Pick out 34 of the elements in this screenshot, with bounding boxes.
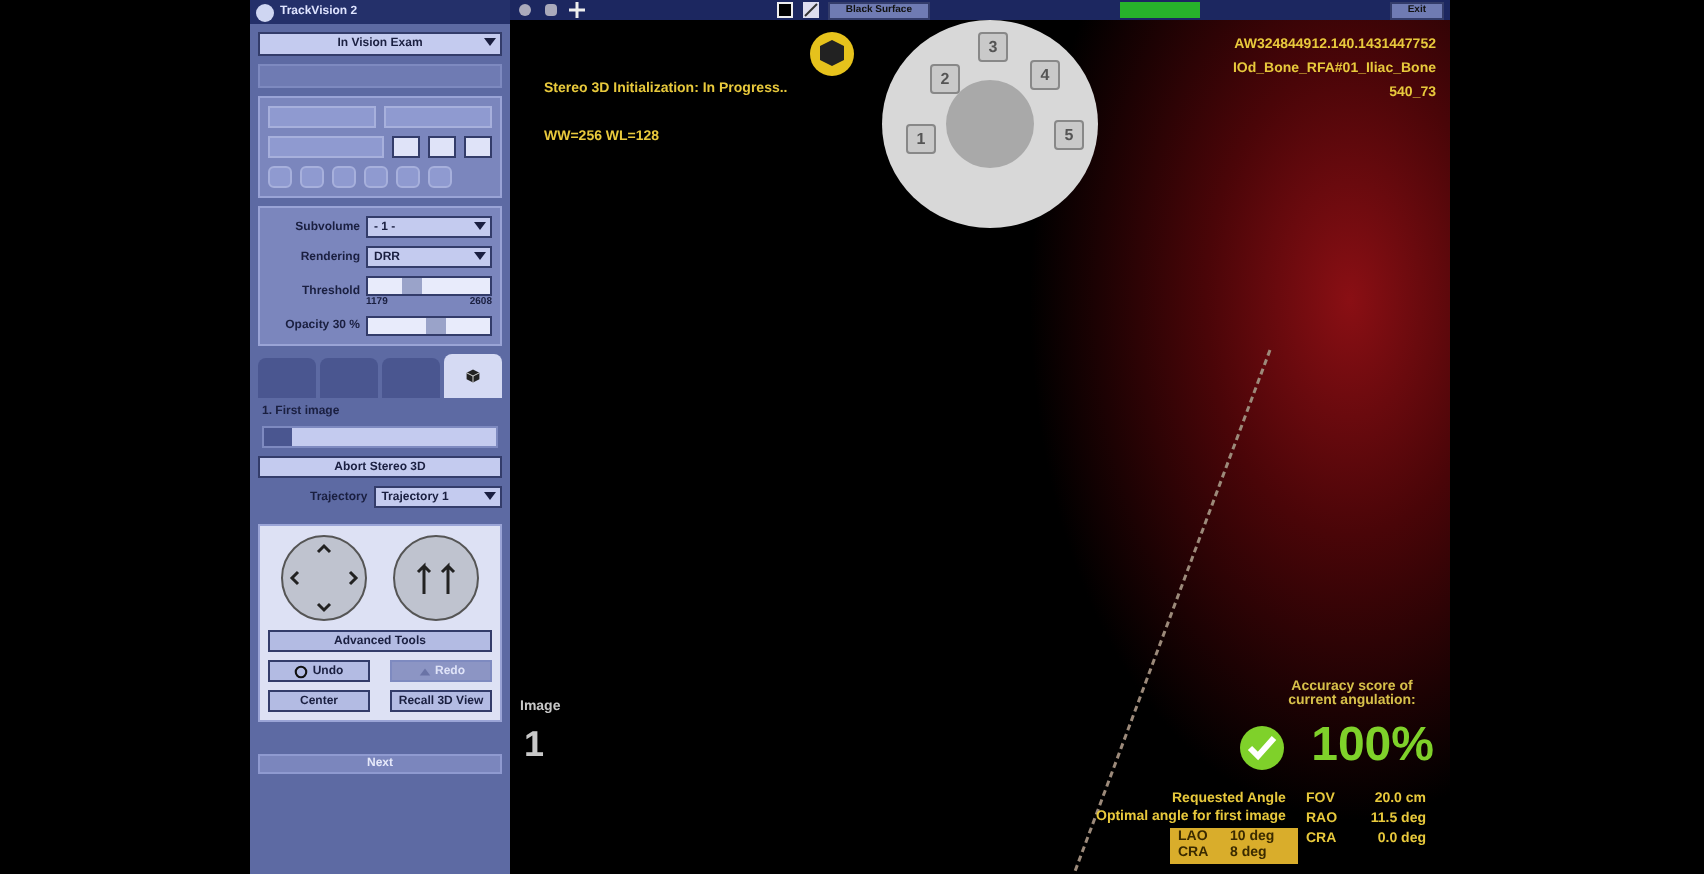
caret-icon: [474, 252, 486, 260]
dial-key[interactable]: 3: [978, 32, 1008, 62]
round-button[interactable]: [300, 166, 324, 188]
image-number: 1: [524, 724, 545, 766]
undo-icon: [294, 663, 309, 679]
caret-icon: [474, 222, 486, 230]
dial-center[interactable]: [946, 80, 1034, 168]
redo-icon: [417, 663, 431, 679]
round-button[interactable]: [364, 166, 388, 188]
round-button[interactable]: [332, 166, 356, 188]
accuracy-score: 100%: [1311, 718, 1434, 774]
rotate-control: [392, 534, 480, 622]
cube-icon: [464, 368, 482, 384]
logo-icon: [256, 3, 274, 21]
dial-key[interactable]: 2: [930, 64, 960, 94]
slider[interactable]: [366, 316, 492, 336]
line-icon: [801, 2, 820, 18]
move-icon: [568, 2, 586, 18]
action-button[interactable]: [1119, 2, 1200, 18]
pan-control: [280, 534, 368, 622]
view-dial[interactable]: 1 2 3 4 5: [882, 20, 1098, 228]
dial-key[interactable]: 5: [1054, 120, 1084, 150]
caret-icon: [484, 38, 496, 46]
dial-key[interactable]: 4: [1030, 60, 1060, 90]
check-icon: [1240, 726, 1284, 770]
dial-key[interactable]: 1: [906, 124, 936, 154]
slider[interactable]: [366, 276, 492, 296]
slider-thumb[interactable]: [402, 278, 423, 294]
slider-thumb[interactable]: [426, 318, 447, 334]
tab[interactable]: [444, 354, 502, 398]
square-icon: [775, 2, 794, 18]
round-button[interactable]: [268, 166, 292, 188]
caret-icon: [484, 492, 496, 500]
cube-icon: [810, 32, 854, 76]
